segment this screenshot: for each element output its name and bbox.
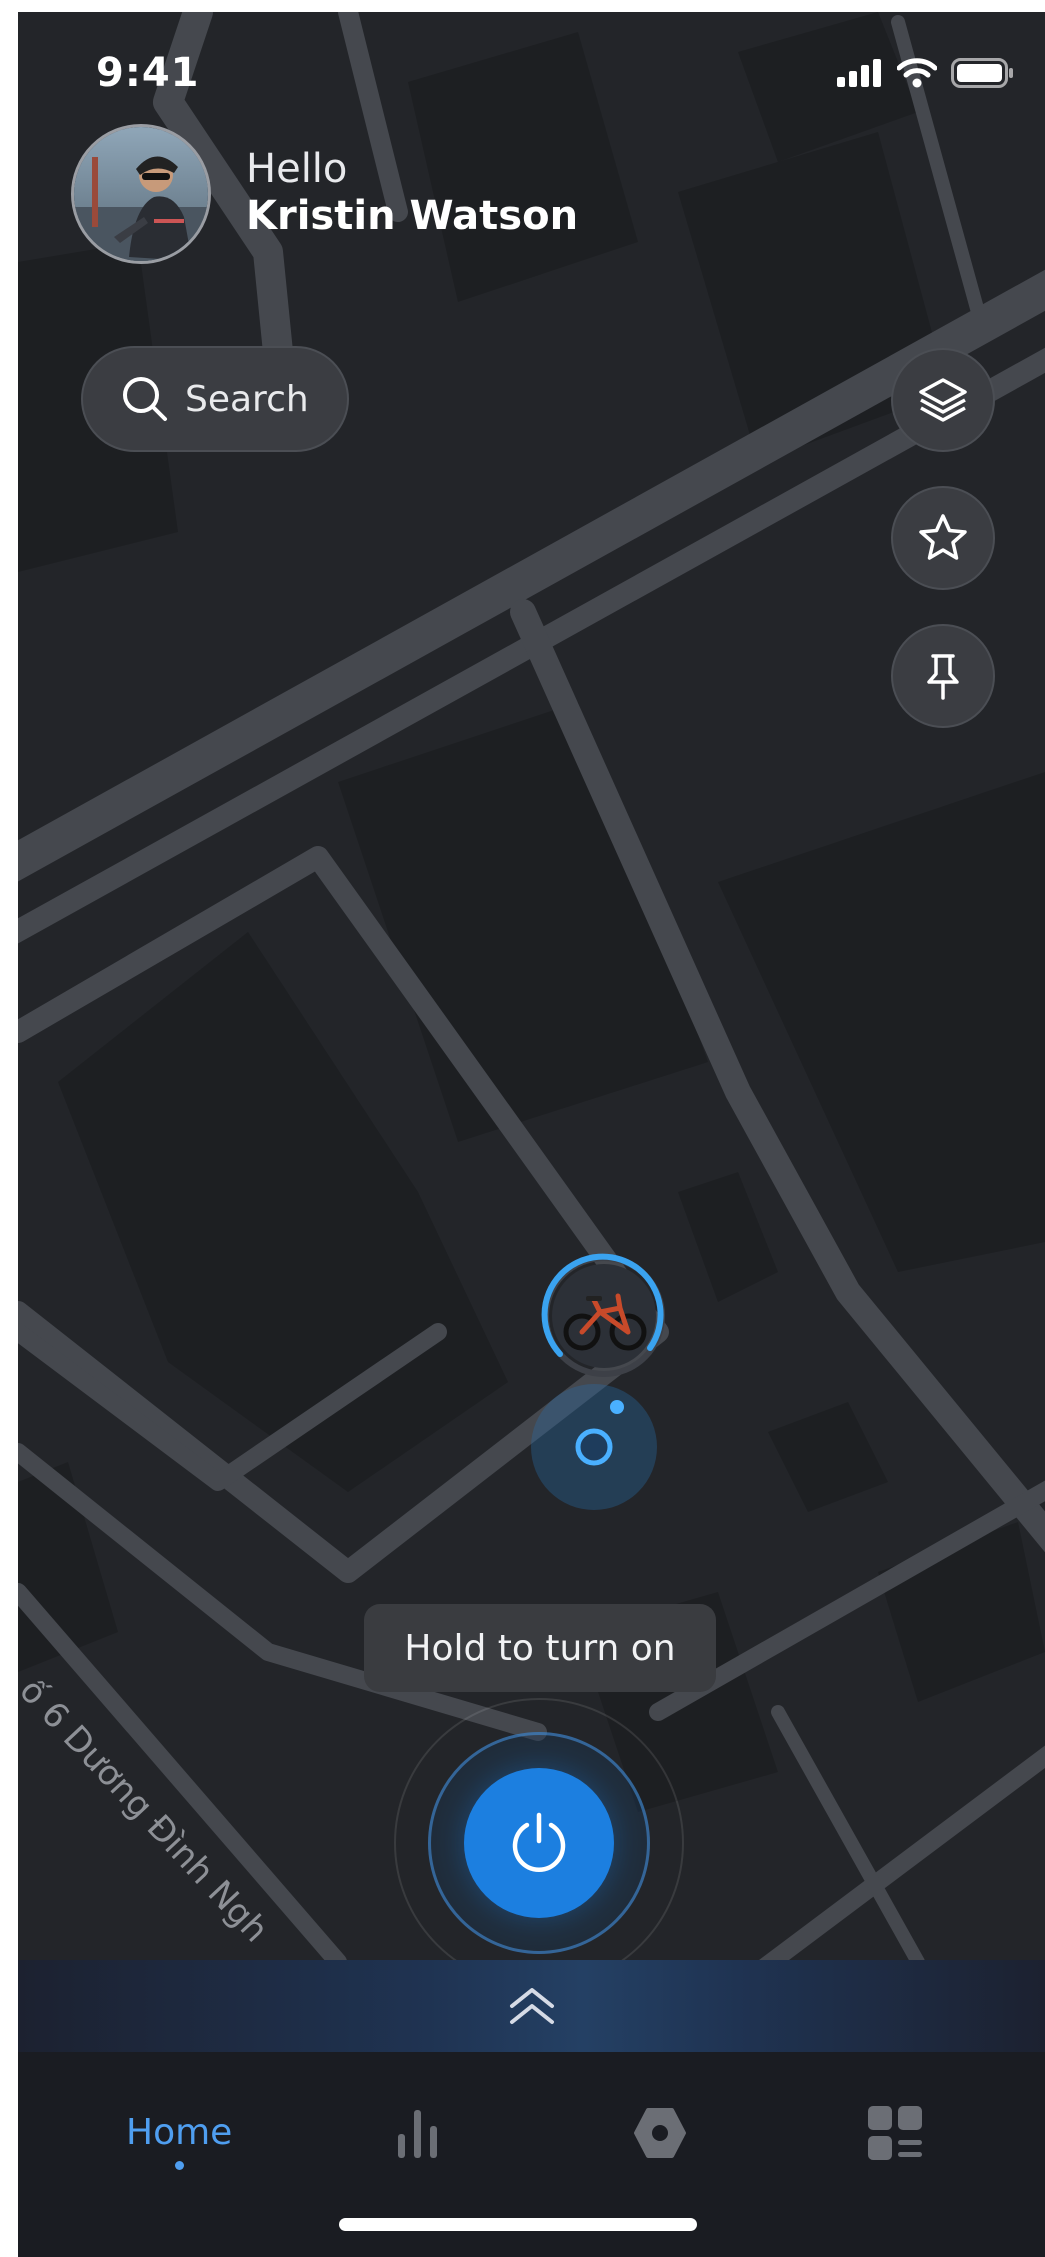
signal-icon — [837, 59, 881, 87]
layers-icon — [919, 378, 967, 422]
search-icon — [123, 377, 167, 421]
layers-button[interactable] — [891, 348, 995, 452]
grid-icon — [868, 2106, 922, 2160]
tab-device[interactable] — [632, 2106, 688, 2160]
current-location-marker — [531, 1384, 657, 1510]
wifi-icon — [897, 58, 937, 88]
bottom-drawer-handle[interactable] — [18, 1960, 1045, 2052]
active-tab-indicator — [174, 2161, 184, 2170]
status-bar: 9:41 — [18, 12, 1045, 132]
avatar-photo — [74, 127, 208, 261]
tab-home-label: Home — [126, 2112, 233, 2153]
search-button[interactable]: Search — [81, 346, 349, 452]
avatar[interactable] — [71, 124, 211, 264]
greeting: Hello Kristin Watson — [246, 146, 578, 240]
tab-home[interactable]: Home — [126, 2112, 232, 2170]
favorites-button[interactable] — [891, 486, 995, 590]
bar-chart-icon — [398, 2110, 437, 2158]
power-button[interactable] — [464, 1768, 614, 1918]
tab-stats[interactable] — [394, 2104, 442, 2164]
user-name: Kristin Watson — [246, 193, 579, 239]
hexagon-icon — [634, 2108, 686, 2158]
home-indicator — [339, 2218, 697, 2231]
pin-button[interactable] — [891, 624, 995, 728]
tab-menu[interactable] — [866, 2104, 924, 2162]
greeting-hello: Hello — [246, 146, 348, 192]
location-dot-icon — [575, 1400, 624, 1466]
status-icons — [837, 58, 1015, 88]
battery-icon — [951, 58, 1013, 88]
status-time: 9:41 — [96, 50, 200, 96]
power-icon — [512, 1812, 566, 1872]
power-hint-tooltip: Hold to turn on — [364, 1604, 716, 1692]
app-screen: ố 6 Dương Đình Ngh 9:41 Hello Kristin Wa… — [18, 12, 1045, 2257]
bike-marker[interactable] — [540, 1252, 668, 1380]
chevron-up-double-icon — [509, 1988, 554, 2024]
pin-icon — [927, 654, 959, 700]
search-label: Search — [185, 378, 309, 420]
star-icon — [919, 514, 967, 560]
